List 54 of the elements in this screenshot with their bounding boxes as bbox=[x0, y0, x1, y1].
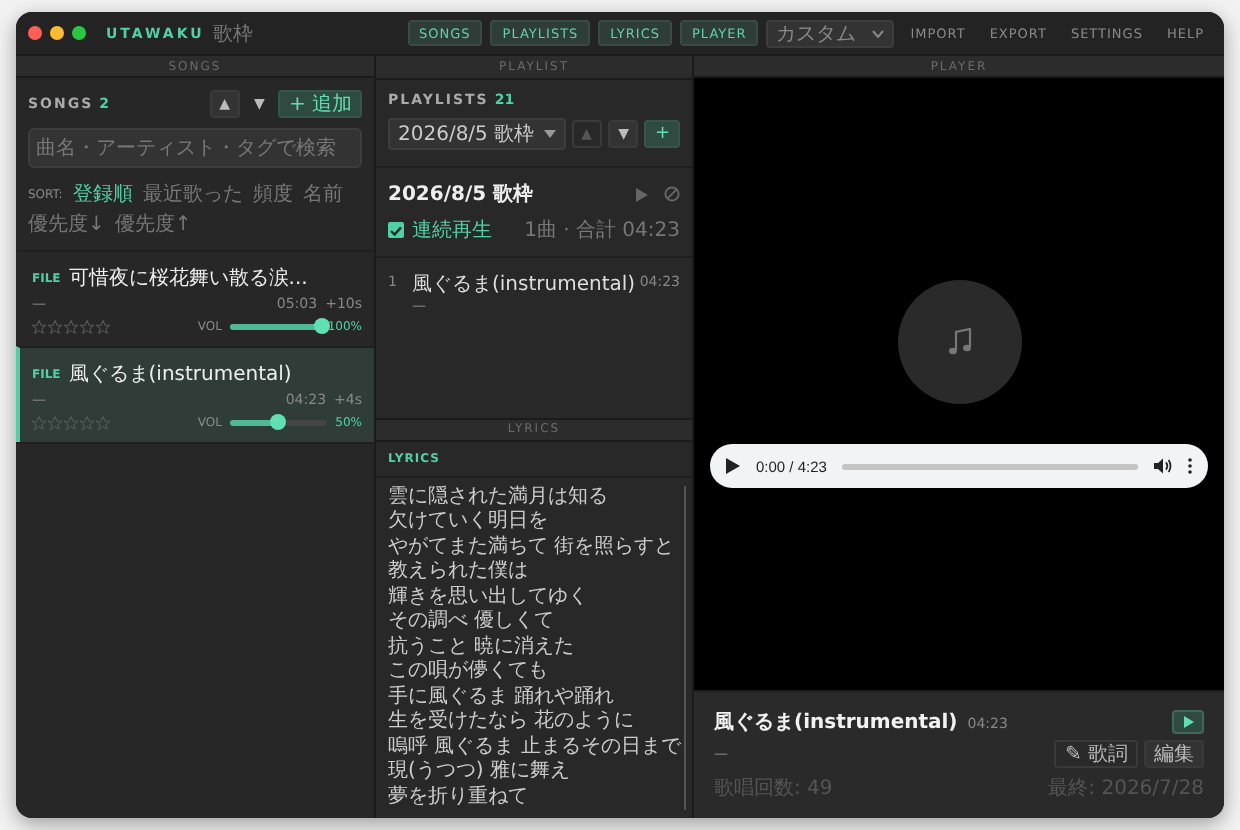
lyric-line: 現(うつつ) 雅に舞え bbox=[388, 760, 572, 785]
chevron-down-icon bbox=[872, 29, 885, 37]
lyric-line: 教えられた僕は bbox=[388, 560, 530, 585]
sort-option[interactable]: 名前 bbox=[302, 180, 343, 208]
song-title: 可惜夜に桜花舞い散る涙... bbox=[68, 265, 308, 292]
scrollbar[interactable] bbox=[684, 485, 686, 810]
song-title: 風ぐるま(instrumental) bbox=[68, 362, 292, 388]
app-subtitle: 歌枠 bbox=[212, 21, 253, 47]
item-title: 風ぐるま(instrumental) bbox=[412, 272, 638, 298]
lyric-line: 生を受けたなら 花のように bbox=[388, 710, 637, 735]
play-button[interactable] bbox=[1172, 710, 1204, 734]
lyric-line: 雲に隠された満月は知る bbox=[388, 485, 610, 510]
lyric-line: 輝きを思い出してゆく bbox=[388, 585, 590, 609]
clear-icon[interactable] bbox=[664, 186, 680, 202]
slider-thumb[interactable] bbox=[313, 318, 330, 334]
sort-option[interactable]: 優先度↓ bbox=[28, 210, 105, 238]
sort-option[interactable]: 優先度↑ bbox=[114, 210, 192, 238]
sort-option[interactable]: 頻度 bbox=[252, 180, 293, 208]
check-icon bbox=[390, 225, 402, 235]
search-field[interactable]: 曲名・アーティスト・タグで検索 bbox=[28, 128, 362, 168]
playlist-name: 2026/8/5 歌枠 bbox=[388, 181, 534, 208]
music-note-icon bbox=[947, 328, 971, 356]
caret-down-icon bbox=[543, 130, 556, 138]
lyric-line: 欠けていく明日を bbox=[388, 510, 550, 535]
lyric-line: 抗うこと 暁に消えた bbox=[388, 635, 577, 659]
close-icon[interactable] bbox=[28, 26, 42, 40]
sort-option[interactable]: 最近歌った bbox=[142, 180, 243, 208]
playlist-select[interactable]: 2026/8/5 歌枠 bbox=[388, 118, 566, 150]
lyric-line: 夢を折り重ねて bbox=[388, 785, 530, 810]
song-title: 風ぐるま(instrumental) bbox=[714, 710, 958, 736]
star-rating[interactable] bbox=[32, 319, 110, 333]
lyric-line: 嗚呼 風ぐるま 止まるその日まで bbox=[388, 735, 681, 760]
volume-icon[interactable] bbox=[1154, 458, 1172, 474]
sort-option[interactable]: 登録順 bbox=[72, 180, 133, 208]
play-icon bbox=[1183, 716, 1193, 728]
minimize-icon[interactable] bbox=[50, 26, 64, 40]
view-dropdown[interactable]: カスタム bbox=[766, 19, 895, 47]
autoplay-label: 連続再生 bbox=[412, 217, 492, 244]
edit-button[interactable]: 編集 bbox=[1144, 740, 1204, 768]
star-rating[interactable] bbox=[32, 415, 110, 429]
slider-thumb[interactable] bbox=[270, 414, 286, 430]
play-icon[interactable] bbox=[726, 458, 740, 474]
volume-slider[interactable] bbox=[230, 414, 326, 430]
lyrics-button[interactable]: ✎ 歌詞 bbox=[1054, 740, 1138, 768]
add-button[interactable]: + 追加 bbox=[278, 90, 362, 118]
lyric-line: やがてまた満ちて 街を照らすと bbox=[388, 535, 677, 560]
lyric-line: その調べ 優しくて bbox=[388, 610, 557, 635]
add-button[interactable]: + bbox=[644, 120, 680, 148]
volume-slider[interactable] bbox=[230, 318, 326, 334]
lyric-line: この唄が儚くても bbox=[388, 660, 550, 685]
autoplay-checkbox[interactable] bbox=[388, 222, 404, 238]
playlist-summary: 1曲 · 合計 04:23 bbox=[524, 217, 680, 244]
maximize-icon[interactable] bbox=[72, 26, 86, 40]
lyric-line: 手に風ぐるま 踊れや踊れ bbox=[388, 685, 617, 709]
